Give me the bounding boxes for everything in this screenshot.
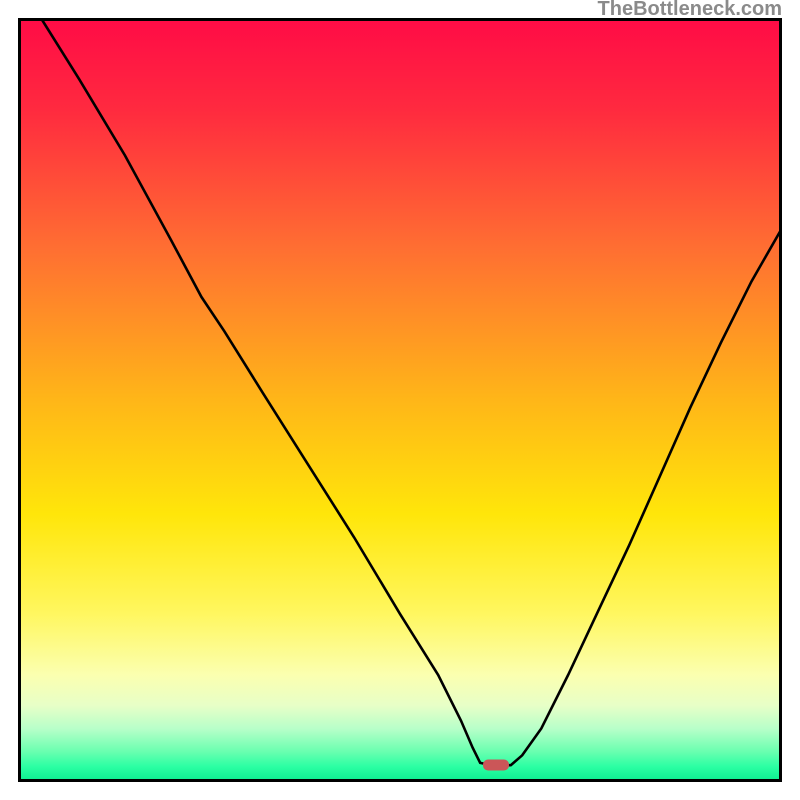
bottleneck-curve — [41, 18, 782, 765]
watermark-text: TheBottleneck.com — [598, 0, 782, 21]
curve-layer — [18, 18, 782, 782]
chart-container: TheBottleneck.com — [0, 0, 800, 800]
plot-area — [18, 18, 782, 782]
optimal-point-marker — [483, 760, 509, 771]
